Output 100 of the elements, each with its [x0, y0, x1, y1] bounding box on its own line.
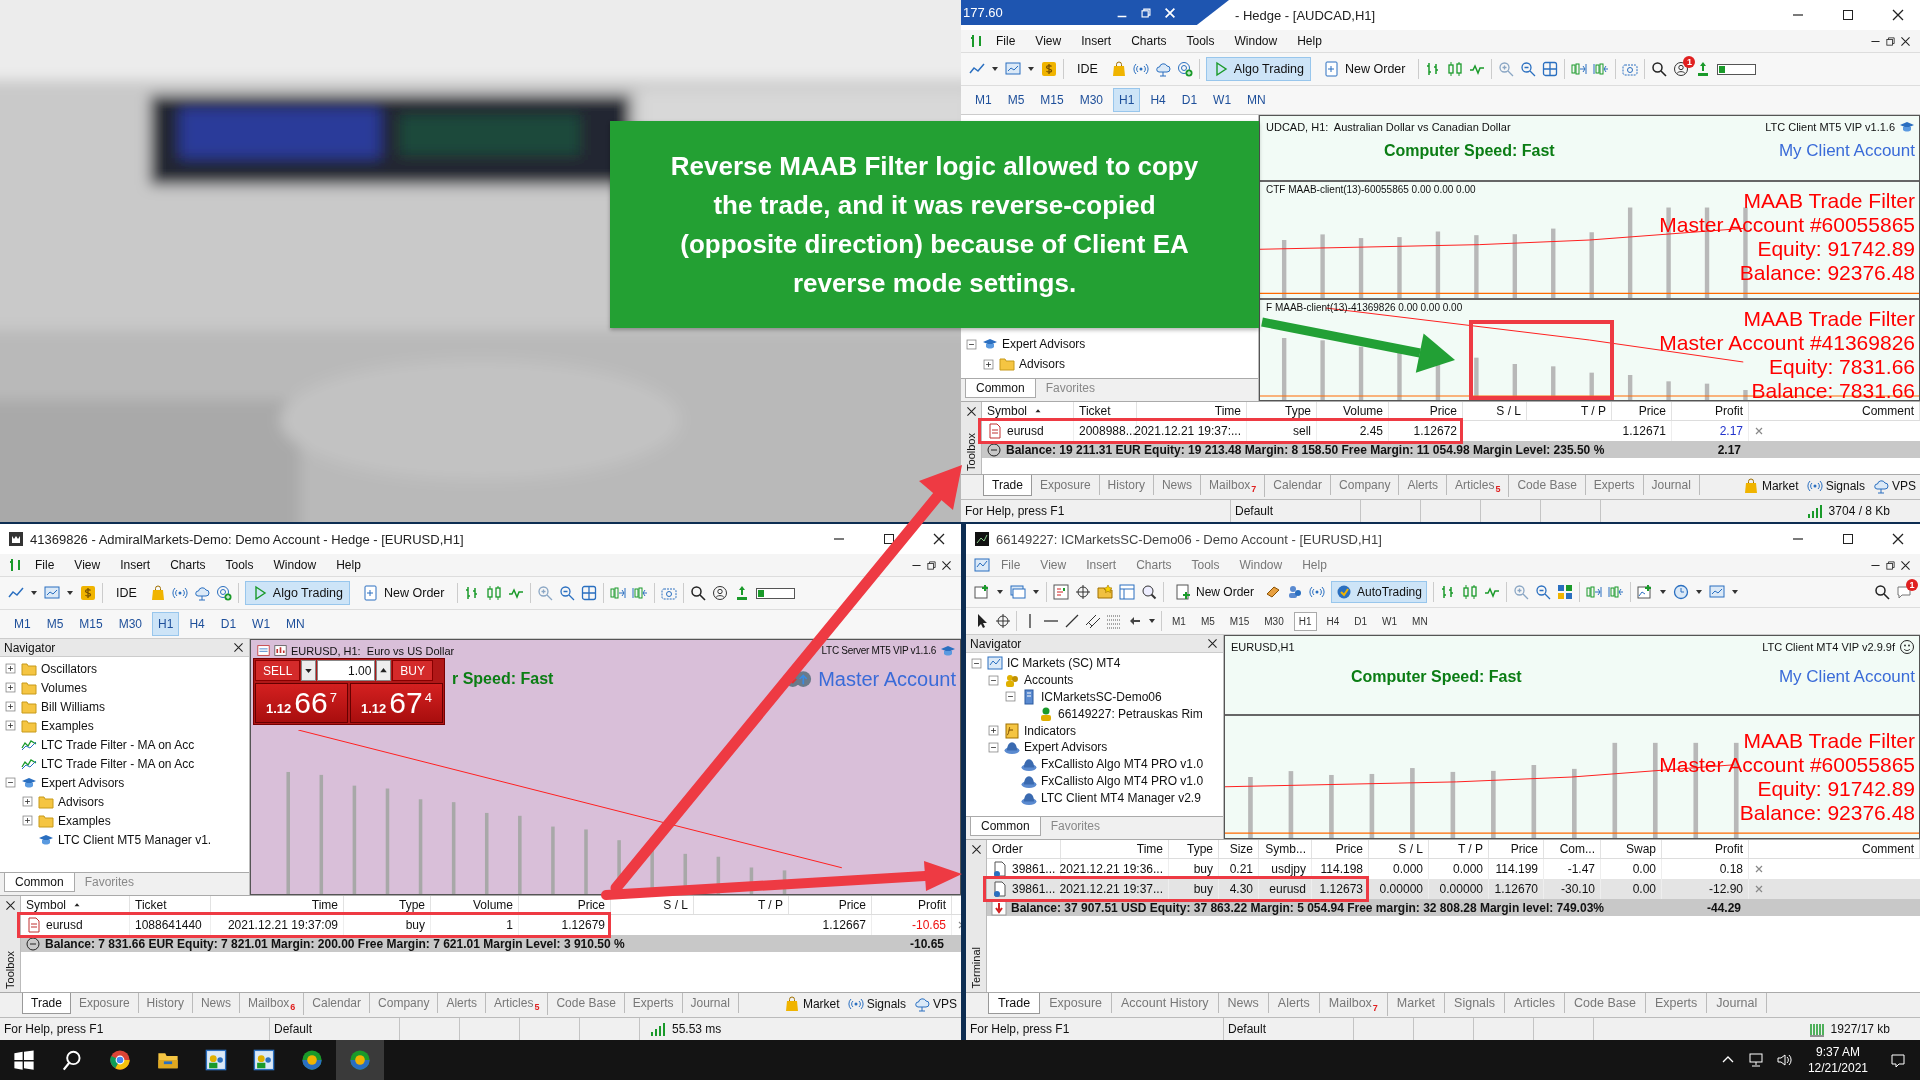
timeframe-button[interactable]: M15	[73, 612, 109, 636]
signals-button[interactable]: Signals	[843, 993, 910, 1015]
column-header[interactable]: Price	[1312, 840, 1369, 858]
tree-item[interactable]: FxCallisto Algo MT4 PRO v1.0	[1041, 773, 1204, 788]
timeframe-button[interactable]: H4	[1321, 611, 1345, 631]
tree-item[interactable]: Examples	[41, 718, 94, 733]
column-header[interactable]: Com...	[1544, 840, 1601, 858]
column-header[interactable]: Ticket	[1074, 402, 1137, 420]
signals-button[interactable]: Signals	[1802, 475, 1869, 497]
column-header[interactable]: Time	[1061, 840, 1169, 858]
ide-button[interactable]: IDE	[1070, 58, 1105, 80]
column-header[interactable]: Type	[344, 896, 431, 914]
menu-item[interactable]: Window	[1225, 32, 1287, 50]
timeframe-button[interactable]: H1	[1293, 611, 1317, 631]
tab[interactable]: Common	[965, 379, 1036, 398]
tab[interactable]: Journal	[1707, 993, 1768, 1013]
tree-item[interactable]: Expert Advisors	[1024, 740, 1108, 755]
timeframe-button[interactable]: H1	[152, 612, 180, 636]
menu-item[interactable]: Window	[1230, 556, 1292, 574]
tree-item[interactable]: Indicators	[1024, 723, 1077, 738]
tab[interactable]: Company	[370, 993, 439, 1013]
tab[interactable]: Alerts	[1399, 475, 1448, 495]
tree-item[interactable]: ICMarketsSC-Demo06	[1041, 690, 1162, 704]
timeframe-button[interactable]: D1	[214, 612, 243, 636]
tab[interactable]: Experts	[1645, 993, 1708, 1013]
column-header[interactable]: S / L	[1463, 402, 1527, 420]
column-header[interactable]: Symb...	[1259, 840, 1312, 858]
menu-item[interactable]: Help	[327, 556, 370, 574]
menu-item[interactable]: Insert	[1077, 556, 1126, 574]
timeframe-button[interactable]: W1	[1207, 88, 1238, 112]
tab[interactable]: Code Base	[1509, 475, 1586, 495]
timeframe-button[interactable]: M1	[1167, 611, 1191, 631]
volume-field[interactable]: 1.00	[317, 660, 376, 681]
timeframe-button[interactable]: M15	[1224, 611, 1255, 631]
menu-item[interactable]: View	[1031, 556, 1076, 574]
column-header[interactable]: Price	[1389, 402, 1463, 420]
vps-button[interactable]: VPS	[910, 993, 961, 1015]
tab[interactable]: Experts	[1585, 475, 1644, 495]
column-header[interactable]: Profit	[1672, 402, 1749, 420]
tab[interactable]: Experts	[624, 993, 683, 1013]
tab[interactable]: News	[1153, 475, 1201, 495]
tab[interactable]: Common	[970, 817, 1041, 836]
tab[interactable]: Common	[4, 873, 75, 892]
menu-item[interactable]: Help	[1288, 32, 1331, 50]
timeframe-button[interactable]: M30	[112, 612, 149, 636]
column-header[interactable]: Swap	[1601, 840, 1662, 858]
column-header[interactable]: Type	[1247, 402, 1317, 420]
column-header[interactable]: Symbol	[21, 896, 130, 914]
tree-item[interactable]: LTC Trade Filter - MA on Acc	[41, 756, 195, 771]
timeframe-button[interactable]: H1	[1113, 88, 1141, 112]
tab[interactable]: Code Base	[1565, 993, 1646, 1013]
timeframe-button[interactable]: M1	[8, 612, 37, 636]
tree-item[interactable]: Advisors	[1019, 357, 1065, 371]
menu-item[interactable]: File	[26, 556, 64, 574]
tab[interactable]: Exposure	[70, 993, 139, 1013]
vps-button[interactable]: VPS	[1869, 475, 1920, 497]
menu-item[interactable]: View	[65, 556, 110, 574]
algo-trading-button[interactable]: Algo Trading	[244, 581, 351, 605]
tab[interactable]: Calendar	[1265, 475, 1332, 495]
tree-item[interactable]: IC Markets (SC) MT4	[1007, 656, 1121, 671]
tab[interactable]: Exposure	[1031, 475, 1100, 495]
tab[interactable]: Trade	[988, 993, 1041, 1014]
column-header[interactable]: T / P	[694, 896, 789, 914]
algo-trading-button[interactable]: AutoTrading	[1331, 581, 1427, 603]
tree-item[interactable]: Examples	[58, 813, 111, 828]
tab[interactable]: Exposure	[1040, 993, 1112, 1013]
new-order-button[interactable]: New Order	[1317, 57, 1413, 81]
timeframe-button[interactable]: M30	[1073, 88, 1110, 112]
tab[interactable]: Company	[1331, 475, 1400, 495]
column-header[interactable]: Time	[211, 896, 344, 914]
column-header[interactable]: Price	[519, 896, 611, 914]
menu-item[interactable]: Window	[264, 556, 326, 574]
timeframe-button[interactable]: D1	[1349, 611, 1373, 631]
column-header[interactable]: Profit	[1662, 840, 1749, 858]
clock[interactable]: 9:37 AM 12/21/2021	[1797, 1044, 1878, 1076]
tree-item[interactable]: Expert Advisors	[41, 775, 125, 790]
column-header[interactable]: Price	[789, 896, 872, 914]
tree-item[interactable]: Advisors	[58, 794, 104, 809]
timeframe-button[interactable]: MN	[1407, 611, 1433, 631]
timeframe-button[interactable]: W1	[246, 612, 277, 636]
column-header[interactable]: T / P	[1429, 840, 1489, 858]
tab[interactable]: History	[1099, 475, 1154, 495]
tree-item[interactable]: Oscillators	[41, 661, 97, 676]
timeframe-button[interactable]: M5	[1001, 88, 1031, 112]
new-order-button[interactable]: New Order	[356, 581, 452, 605]
tree-item[interactable]: LTC Trade Filter - MA on Acc	[41, 737, 195, 752]
menu-item[interactable]: Insert	[111, 556, 160, 574]
tab[interactable]: Signals	[1445, 993, 1506, 1013]
column-header[interactable]: Volume	[431, 896, 519, 914]
tab[interactable]: Alerts	[1268, 993, 1320, 1013]
timeframe-button[interactable]: W1	[1377, 611, 1403, 631]
tab[interactable]: Calendar	[304, 993, 371, 1013]
algo-trading-button[interactable]: Algo Trading	[1205, 57, 1312, 81]
tree-item[interactable]: LTC Client MT4 Manager v2.9	[1041, 790, 1201, 805]
timeframe-button[interactable]: M1	[969, 88, 998, 112]
timeframe-button[interactable]: D1	[1175, 88, 1204, 112]
timeframe-button[interactable]: MN	[280, 612, 311, 636]
tab[interactable]: History	[138, 993, 193, 1013]
buy-button[interactable]: BUY	[392, 660, 434, 681]
sell-button[interactable]: SELL	[255, 660, 301, 681]
